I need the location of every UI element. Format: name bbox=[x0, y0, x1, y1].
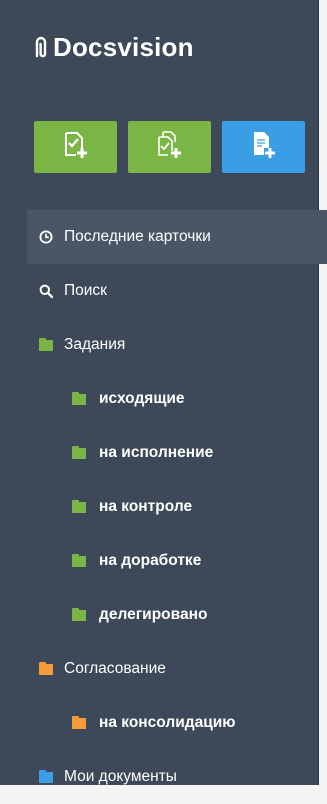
create-from-template-button[interactable] bbox=[128, 121, 211, 173]
nav-item-label: на доработке bbox=[99, 552, 202, 569]
nav-item-for-consolidation[interactable]: на консолидацию bbox=[27, 696, 327, 750]
folder-icon bbox=[72, 499, 86, 514]
nav-item-label: на консолидацию bbox=[99, 714, 236, 731]
document-copy-check-icon bbox=[157, 130, 183, 164]
nav-item-label: делегировано bbox=[99, 606, 208, 623]
navigation-tree: Последние карточки Поиск Задания исходящ… bbox=[27, 210, 327, 804]
folder-icon bbox=[72, 445, 86, 460]
nav-item-label: Поиск bbox=[64, 282, 107, 299]
nav-item-label: Задания bbox=[64, 336, 126, 353]
nav-item-label: на исполнение bbox=[99, 444, 214, 461]
folder-icon bbox=[72, 391, 86, 406]
nav-item-for-execution[interactable]: на исполнение bbox=[27, 426, 327, 480]
nav-item-search[interactable]: Поиск bbox=[27, 264, 327, 318]
folder-icon bbox=[39, 769, 53, 784]
folder-icon bbox=[72, 607, 86, 622]
nav-item-label: Согласование bbox=[64, 660, 166, 677]
create-toolbar bbox=[34, 121, 305, 173]
app-logo[interactable]: Docsvision bbox=[32, 32, 194, 63]
folder-icon bbox=[72, 715, 86, 730]
create-document-button[interactable] bbox=[222, 121, 305, 173]
nav-item-label: на контроле bbox=[99, 498, 193, 515]
nav-item-on-control[interactable]: на контроле bbox=[27, 480, 327, 534]
nav-item-label: Мои документы bbox=[64, 768, 177, 785]
folder-icon bbox=[72, 553, 86, 568]
nav-item-my-documents[interactable]: Мои документы bbox=[27, 750, 327, 804]
nav-item-recent-cards[interactable]: Последние карточки bbox=[27, 210, 327, 264]
clock-icon bbox=[39, 230, 53, 244]
paperclip-icon bbox=[32, 36, 50, 60]
folder-icon bbox=[39, 661, 53, 676]
nav-item-label: Последние карточки bbox=[64, 228, 211, 245]
nav-item-approval[interactable]: Согласование bbox=[27, 642, 327, 696]
nav-item-tasks[interactable]: Задания bbox=[27, 318, 327, 372]
document-plus-icon bbox=[251, 131, 277, 164]
create-card-button[interactable] bbox=[34, 121, 117, 173]
logo-text: Docsvision bbox=[53, 32, 194, 62]
nav-item-delegated[interactable]: делегировано bbox=[27, 588, 327, 642]
sidebar: Docsvision Последние карточки Поиск Зада… bbox=[0, 0, 327, 785]
document-add-icon bbox=[63, 131, 89, 164]
search-icon bbox=[39, 284, 53, 298]
nav-item-label: исходящие bbox=[99, 390, 185, 407]
nav-item-on-revision[interactable]: на доработке bbox=[27, 534, 327, 588]
folder-icon bbox=[39, 337, 53, 352]
nav-item-outgoing[interactable]: исходящие bbox=[27, 372, 327, 426]
